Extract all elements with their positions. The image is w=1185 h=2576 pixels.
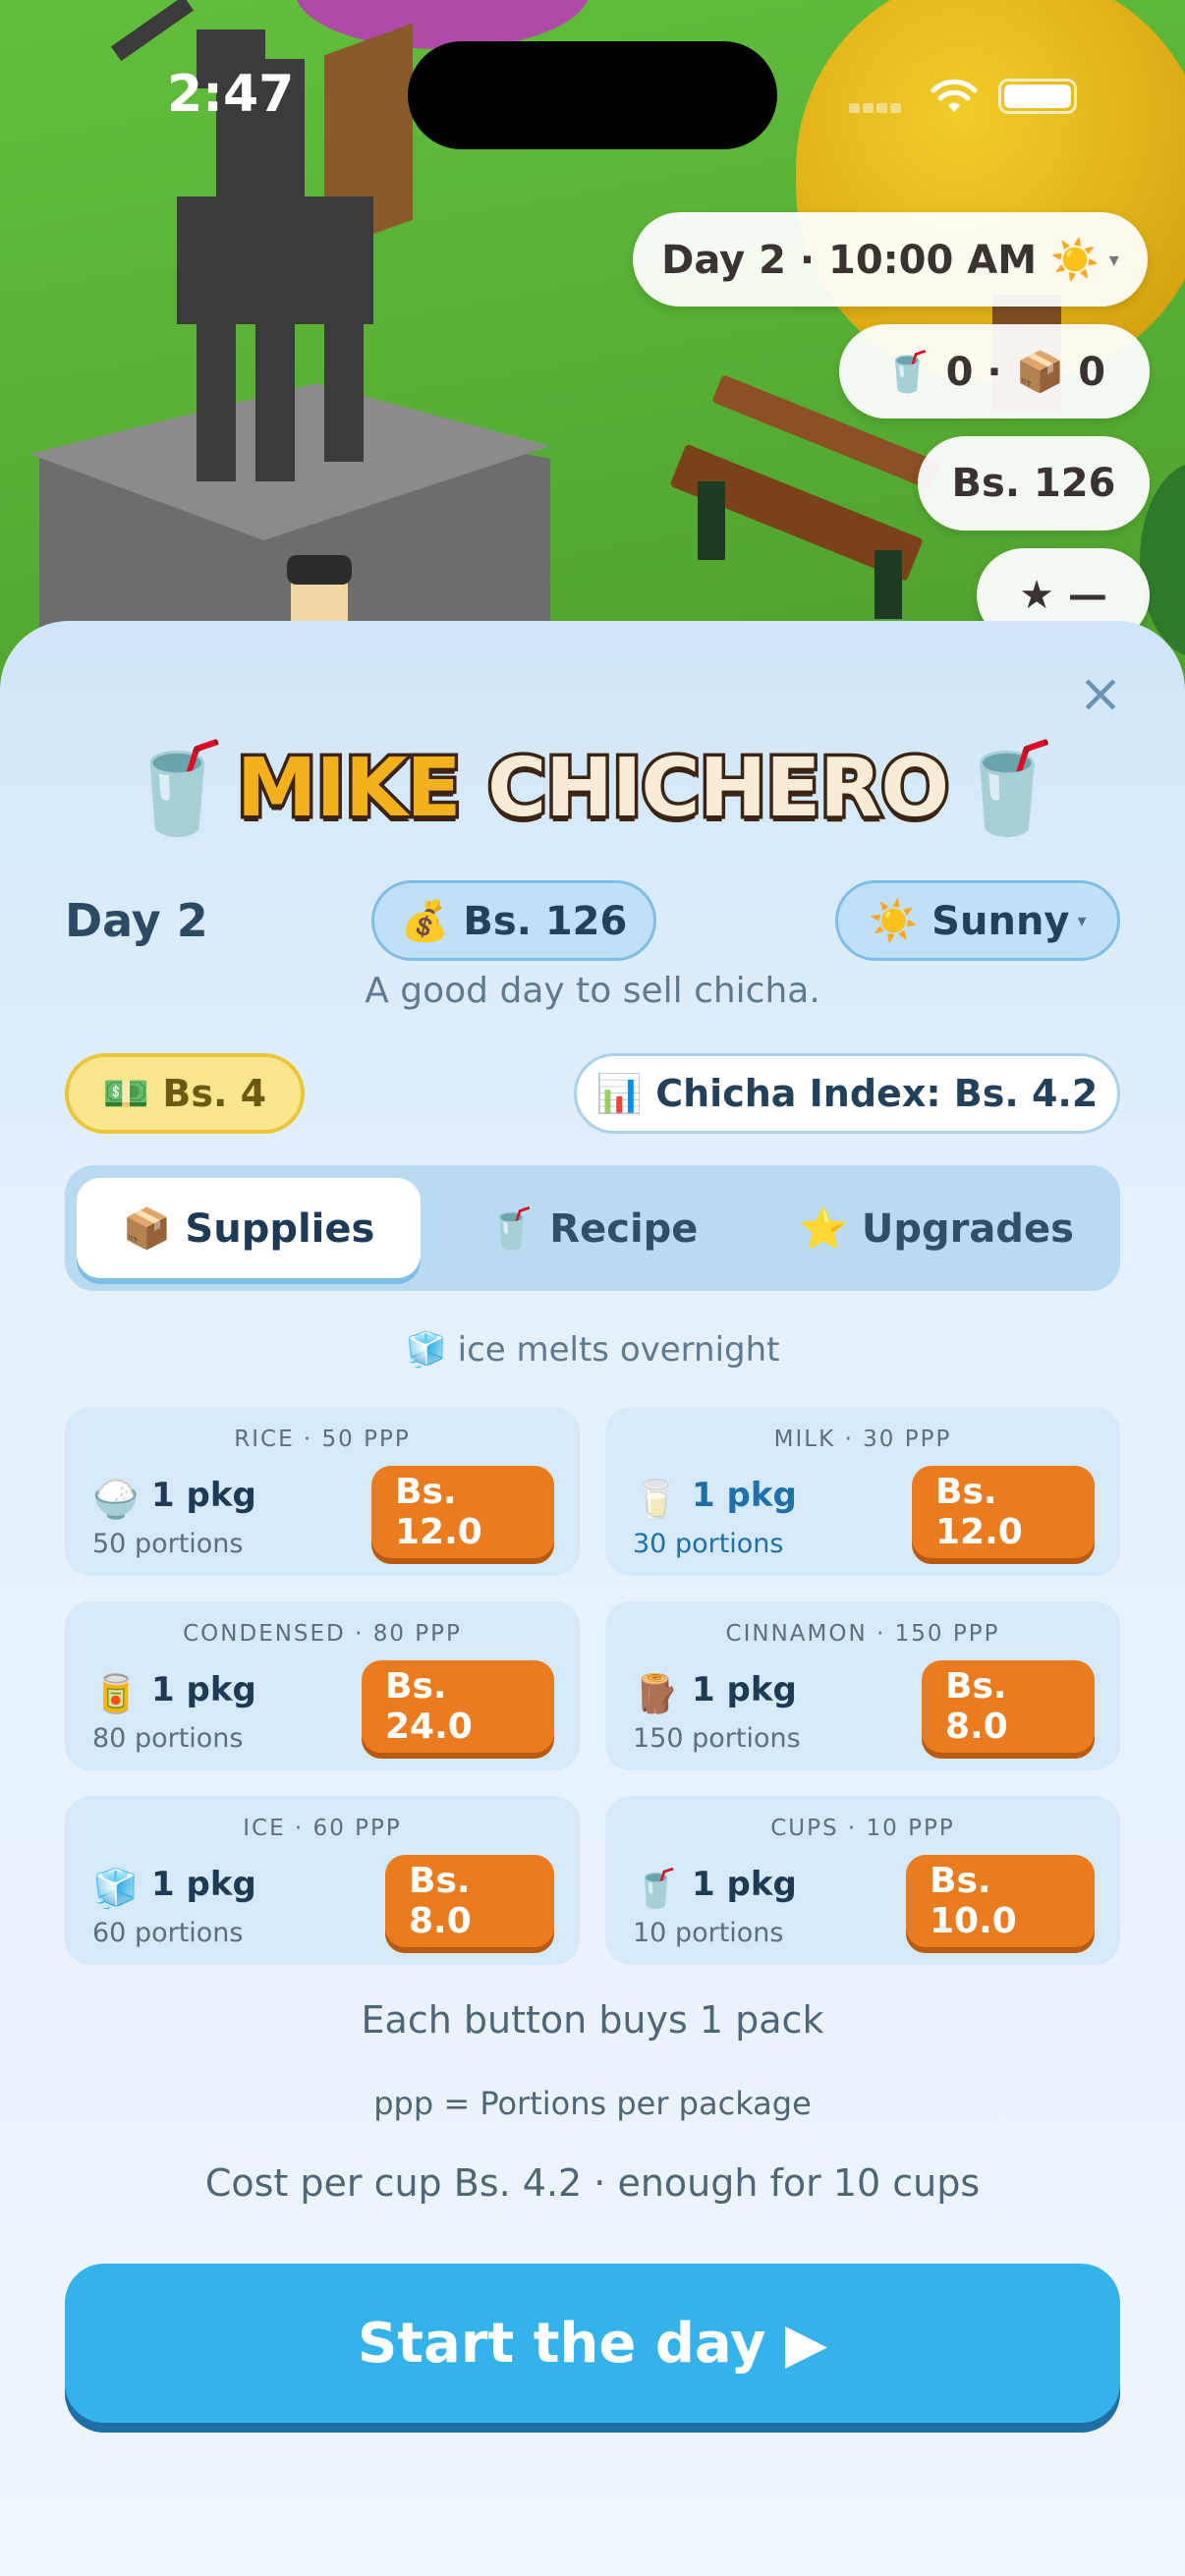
supply-qty: 1 pkg	[692, 1670, 797, 1709]
cash-badge: 💵 Bs. 4	[65, 1053, 305, 1134]
tab-bar: 📦 Supplies 🥤 Recipe ⭐ Upgrades	[65, 1165, 1120, 1291]
supply-title: CONDENSED · 80 PPP	[183, 1621, 462, 1647]
tab-supplies[interactable]: 📦 Supplies	[77, 1178, 421, 1278]
dynamic-island	[408, 41, 777, 149]
cash-value: 💵 Bs. 4	[102, 1071, 267, 1115]
buy-info-text: Each button buys 1 pack	[361, 1998, 824, 2042]
cost-info-text: Cost per cup Bs. 4.2 · enough for 10 cup…	[204, 2161, 981, 2205]
stock-text: 🥤 0 · 📦 0	[882, 349, 1106, 395]
ppp-info-text: ppp = Portions per package	[373, 2085, 812, 2122]
tab-upgrades[interactable]: ⭐ Upgrades	[764, 1178, 1108, 1278]
stock-pill: 🥤 0 · 📦 0	[839, 324, 1150, 419]
tab-recipe[interactable]: 🥤 Recipe	[421, 1178, 764, 1278]
chicha-cup-lid	[287, 555, 352, 585]
supply-portions: 80 portions	[92, 1723, 244, 1754]
supply-card-rice: RICE · 50 PPP 🍚 1 pkg 50 portions Bs. 12…	[65, 1407, 580, 1576]
buy-rice-button[interactable]: Bs. 12.0	[371, 1466, 554, 1558]
buy-ice-button[interactable]: Bs. 8.0	[385, 1855, 554, 1947]
rice-icon: 🍚	[92, 1478, 140, 1521]
money-value: 💰 Bs. 126	[400, 898, 628, 944]
wood-icon: 🪵	[633, 1672, 680, 1715]
game-logo: 🥤 MIKE CHICHERO 🥤	[0, 719, 1185, 857]
money-pill-hud: Bs. 126	[918, 436, 1150, 531]
supply-card-ice: ICE · 60 PPP 🧊 1 pkg 60 portions Bs. 8.0	[65, 1796, 580, 1965]
buy-cups-button[interactable]: Bs. 10.0	[906, 1855, 1095, 1947]
cellular-signal-icon	[849, 98, 908, 113]
supply-card-milk: MILK · 30 PPP 🥛 1 pkg 30 portions Bs. 12…	[605, 1407, 1120, 1576]
supply-portions: 10 portions	[633, 1918, 784, 1948]
weather-dropdown[interactable]: ☀️ Sunny ▾	[835, 880, 1120, 961]
cup-icon: 🥤	[122, 736, 233, 840]
battery-icon	[998, 79, 1077, 114]
shop-sheet: × 🥤 MIKE CHICHERO 🥤 Day 2 💰 Bs. 126 ☀️ S…	[0, 621, 1185, 2576]
rating-text: ★ —	[1019, 573, 1107, 618]
supplies-grid: RICE · 50 PPP 🍚 1 pkg 50 portions Bs. 12…	[65, 1407, 1120, 1965]
supply-portions: 60 portions	[92, 1918, 244, 1948]
supply-title: RICE · 50 PPP	[234, 1427, 411, 1452]
supply-title: ICE · 60 PPP	[243, 1816, 402, 1841]
buy-cinnamon-button[interactable]: Bs. 8.0	[922, 1660, 1095, 1753]
money-pill: 💰 Bs. 126	[371, 880, 656, 961]
cup-icon: 🥤	[952, 736, 1063, 840]
day-time-pill[interactable]: Day 2 · 10:00 AM ☀️ ▾	[633, 212, 1148, 307]
supply-card-cinnamon: CINNAMON · 150 PPP 🪵 1 pkg 150 portions …	[605, 1601, 1120, 1770]
ice-icon: 🧊	[92, 1867, 140, 1910]
supply-card-condensed: CONDENSED · 80 PPP 🥫 1 pkg 80 portions B…	[65, 1601, 580, 1770]
supply-portions: 50 portions	[92, 1529, 244, 1559]
milk-icon: 🥛	[633, 1478, 680, 1521]
supply-portions: 30 portions	[633, 1529, 784, 1559]
supply-portions: 150 portions	[633, 1723, 801, 1754]
day-time-text: Day 2 · 10:00 AM ☀️	[661, 237, 1100, 283]
supply-title: CINNAMON · 150 PPP	[725, 1621, 1000, 1647]
chevron-down-icon: ▾	[1108, 248, 1119, 271]
chicha-index-value: 📊 Chicha Index: Bs. 4.2	[595, 1071, 1099, 1115]
supply-qty: 1 pkg	[151, 1865, 256, 1904]
cup-icon: 🥤	[633, 1867, 680, 1910]
weather-value: ☀️ Sunny	[869, 898, 1070, 944]
chicha-index-pill: 📊 Chicha Index: Bs. 4.2	[574, 1053, 1120, 1134]
supply-title: MILK · 30 PPP	[773, 1427, 952, 1452]
supply-qty: 1 pkg	[151, 1476, 256, 1515]
start-day-button[interactable]: Start the day ▶	[65, 2264, 1120, 2423]
close-button[interactable]: ×	[1071, 664, 1130, 723]
supply-card-cups: CUPS · 10 PPP 🥤 1 pkg 10 portions Bs. 10…	[605, 1796, 1120, 1965]
close-icon: ×	[1078, 662, 1123, 724]
logo-word-2: CHICHERO	[484, 738, 953, 838]
supply-qty: 1 pkg	[692, 1865, 797, 1904]
day-label: Day 2	[65, 894, 208, 947]
wifi-icon	[931, 79, 978, 112]
can-icon: 🥫	[92, 1672, 140, 1715]
supply-title: CUPS · 10 PPP	[770, 1816, 955, 1841]
money-text: Bs. 126	[951, 461, 1116, 506]
supply-qty: 1 pkg	[151, 1670, 256, 1709]
supply-qty: 1 pkg	[692, 1476, 797, 1515]
logo-word-1: MIKE	[233, 738, 465, 838]
status-time: 2:47	[167, 65, 295, 124]
ice-melt-note: 🧊 ice melts overnight	[405, 1330, 780, 1370]
chevron-down-icon: ▾	[1077, 910, 1087, 931]
logo-text: MIKE CHICHERO	[233, 738, 953, 838]
buy-milk-button[interactable]: Bs. 12.0	[912, 1466, 1095, 1558]
buy-condensed-button[interactable]: Bs. 24.0	[362, 1660, 554, 1753]
weather-tagline: A good day to sell chicha.	[365, 971, 820, 1011]
